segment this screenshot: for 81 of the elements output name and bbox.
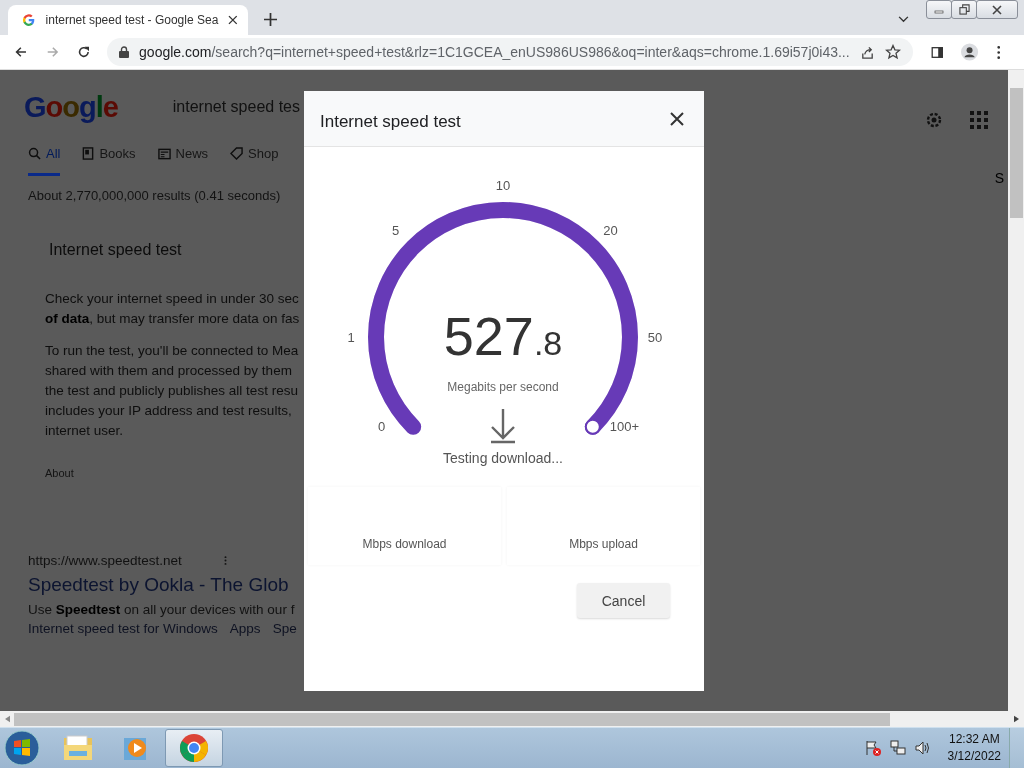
horizontal-scrollbar[interactable] [0,711,1024,727]
chrome-icon [179,733,209,763]
speed-unit: Megabits per second [447,380,559,394]
start-button[interactable] [4,730,40,766]
more-icon[interactable] [223,555,227,566]
close-icon[interactable] [228,15,238,25]
scroll-right-icon[interactable] [1014,715,1019,723]
google-logo[interactable]: Google [24,90,173,124]
share-icon[interactable] [859,44,875,60]
dialog-title: Internet speed test [320,111,461,132]
newspaper-icon [157,147,171,160]
search-tab[interactable]: Shop [230,146,279,176]
settings-icon[interactable] [924,110,944,130]
stat-label: Mbps upload [569,537,638,551]
reload-icon[interactable] [77,44,92,60]
gauge-tick-label: 10 [495,178,511,193]
profile-icon[interactable] [961,42,979,62]
speed-value: 527.8 [443,306,563,366]
clock-time[interactable]: 12:32 AM [948,731,1000,748]
vertical-scrollbar[interactable] [1008,70,1024,711]
new-tab-icon[interactable] [264,13,277,26]
restore-icon [958,4,970,15]
paragraph-line: the test and publicly publishes all test resu [45,382,299,400]
stat-label: Mbps download [362,537,447,551]
download-icon [489,407,517,444]
lock-icon [119,46,130,58]
flag-icon[interactable] [864,740,881,756]
paragraph-line: includes your IP address and test results, [45,402,293,420]
sitelink[interactable]: Apps [229,621,261,636]
about-link[interactable]: About [45,467,300,479]
gauge-tick-label: 100+ [609,419,640,435]
status-text: Testing download... [443,450,563,466]
result-title-link[interactable]: Speedtest by Ookla - The Glob [28,574,300,596]
card-title: Internet speed test [49,241,183,259]
search-tab[interactable]: News [157,146,209,176]
network-icon[interactable] [889,740,906,756]
google-icon [22,13,36,27]
apps-grid-icon[interactable] [970,111,988,129]
paragraph-line: of data, but may transfer more data on fas [45,310,300,328]
search-field[interactable]: internet speed tes [172,98,300,116]
paragraph-line: shared with them and processed by them [45,362,293,380]
cancel-button[interactable]: Cancel [577,583,670,618]
minimize-button[interactable] [926,0,952,19]
tab-title: internet speed test - Google Sea [45,13,219,27]
gauge-tick-label: 50 [647,330,663,345]
close-window-button[interactable] [976,0,1018,19]
result-snippet: Use Speedtest on all your devices with our f [28,602,296,617]
chevron-down-icon[interactable] [898,16,909,23]
side-panel-icon[interactable] [930,44,944,60]
gauge-tick-label: 5 [391,222,400,238]
tag-icon [230,147,244,160]
paragraph-line: To run the test, you'll be connected to Mea [45,342,300,360]
clock-date[interactable]: 3/12/2022 [947,748,1001,765]
volume-icon[interactable] [914,740,931,756]
search-tab[interactable]: All [28,146,61,176]
tab-label[interactable]: S [994,170,1004,186]
sitelink[interactable]: Spe [272,621,297,636]
back-icon[interactable] [14,44,28,60]
folder-icon [63,735,93,761]
sitelink[interactable]: Internet speed test for Windows [28,621,218,636]
restore-button[interactable] [951,0,977,19]
close-icon [992,4,1002,15]
close-icon[interactable] [670,111,684,126]
paragraph-line: internet user. [45,422,125,440]
search-tab[interactable]: Books [82,146,136,176]
gauge-tick-label: 0 [377,419,386,435]
results-count: About 2,770,000,000 results (0.41 seconds) [28,188,282,203]
book-icon [82,147,95,160]
address-bar[interactable]: google.com/search?q=internet+speed+test&rlz=1C1GCEA_enUS986US986&oq=inter&aqs=chrome.1.69i57j0i43... [107,38,913,66]
gauge-tick-label: 1 [347,330,355,345]
media-player-icon [123,735,149,761]
browser-tab[interactable]: internet speed test - Google Sea [8,5,248,35]
paragraph-line: Check your internet speed in under 30 sec [45,290,300,308]
taskbar-app-button[interactable] [165,729,223,767]
search-icon [28,147,41,160]
result-url: https://www.speedtest.net [28,553,182,568]
menu-icon[interactable] [996,44,1000,60]
url-text: google.com/search?q=internet+speed+test&rlz=1C1GCEA_enUS986US986&oq=inter&aqs=chrome.1.69i57j0i43... [139,44,850,60]
scroll-left-icon[interactable] [5,715,10,723]
gauge-tick-label: 20 [603,222,618,238]
star-icon[interactable] [884,44,901,60]
